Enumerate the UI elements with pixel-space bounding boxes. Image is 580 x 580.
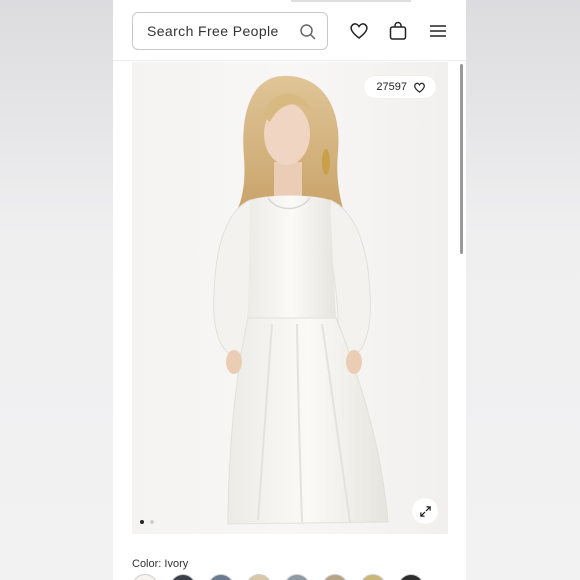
color-label: Color: Ivory bbox=[132, 558, 189, 570]
search-icon[interactable] bbox=[299, 23, 317, 41]
right-background bbox=[466, 0, 580, 580]
top-divider bbox=[291, 0, 411, 2]
bag-icon[interactable] bbox=[387, 20, 409, 42]
wishlist-heart-icon[interactable] bbox=[348, 20, 370, 42]
header-divider bbox=[113, 60, 466, 61]
color-swatches bbox=[132, 574, 424, 580]
color-swatch[interactable] bbox=[284, 574, 310, 580]
color-swatch[interactable] bbox=[398, 574, 424, 580]
color-swatch[interactable] bbox=[246, 574, 272, 580]
color-swatch[interactable] bbox=[360, 574, 386, 580]
color-swatch[interactable] bbox=[208, 574, 234, 580]
search-placeholder: Search Free People bbox=[147, 23, 279, 39]
color-swatch[interactable] bbox=[170, 574, 196, 580]
expand-image-button[interactable] bbox=[412, 498, 438, 524]
left-background bbox=[0, 0, 113, 580]
mobile-page: Search Free People 27597 Color: Ivory bbox=[113, 0, 466, 580]
model-illustration bbox=[213, 75, 389, 525]
product-image[interactable]: 27597 bbox=[132, 62, 448, 534]
menu-icon[interactable] bbox=[427, 20, 449, 42]
carousel-dot-active[interactable] bbox=[140, 520, 144, 524]
image-carousel-dots bbox=[140, 520, 154, 524]
like-counter-button[interactable]: 27597 bbox=[364, 76, 436, 98]
like-count: 27597 bbox=[376, 81, 407, 93]
color-swatch[interactable] bbox=[132, 574, 158, 580]
expand-icon bbox=[419, 505, 431, 517]
heart-icon bbox=[414, 82, 425, 93]
search-input[interactable]: Search Free People bbox=[132, 12, 328, 50]
scrollbar[interactable] bbox=[460, 64, 463, 254]
color-swatch[interactable] bbox=[322, 574, 348, 580]
carousel-dot[interactable] bbox=[150, 520, 154, 524]
